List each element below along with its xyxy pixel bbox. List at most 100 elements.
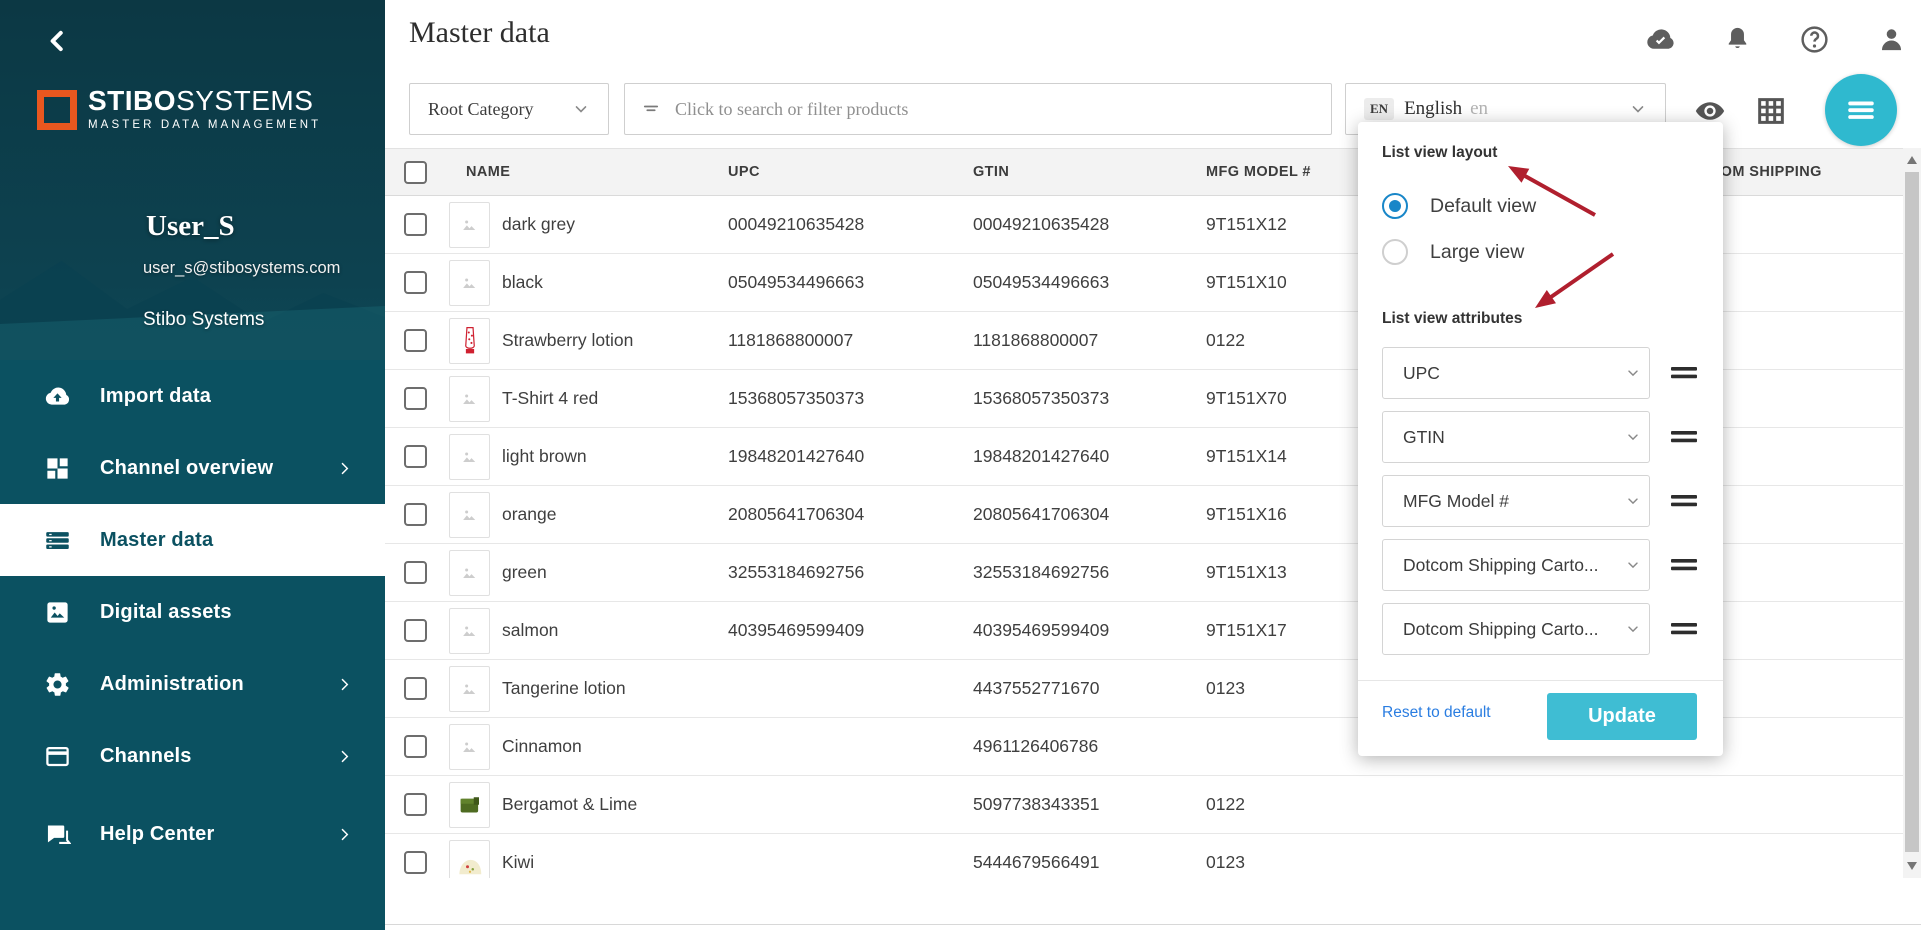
attribute-row: UPC (1382, 347, 1698, 399)
table-row[interactable]: Bergamot & Lime50977383433510122 (385, 776, 1904, 834)
drag-handle-icon[interactable] (1670, 364, 1698, 382)
cell-upc: 00049210635428 (728, 196, 864, 253)
sidebar-item-master-data[interactable]: Master data (0, 504, 385, 576)
radio-large-view[interactable]: Large view (1382, 239, 1524, 265)
list-view-layout-title: List view layout (1382, 144, 1497, 162)
cell-gtin: 5097738343351 (973, 776, 1100, 833)
attribute-select-dotcom-shipping-carto[interactable]: Dotcom Shipping Carto... (1382, 539, 1650, 591)
grid-view-icon[interactable] (1754, 94, 1788, 128)
cell-mfg-model: 9T151X13 (1206, 544, 1287, 601)
cloud-sync-icon[interactable] (1645, 24, 1676, 55)
chevron-down-icon (1625, 429, 1641, 445)
attribute-select-label: Dotcom Shipping Carto... (1403, 555, 1599, 576)
attribute-row: Dotcom Shipping Carto... (1382, 603, 1698, 655)
row-checkbox[interactable] (404, 329, 427, 352)
column-header-name[interactable]: NAME (466, 149, 510, 195)
product-thumbnail (449, 608, 490, 654)
row-checkbox[interactable] (404, 271, 427, 294)
reset-to-default-link[interactable]: Reset to default (1382, 704, 1491, 722)
attribute-select-dotcom-shipping-carto[interactable]: Dotcom Shipping Carto... (1382, 603, 1650, 655)
chat-icon (44, 821, 71, 848)
cell-upc: 20805641706304 (728, 486, 864, 543)
cell-mfg-model: 9T151X10 (1206, 254, 1287, 311)
image-icon (44, 599, 71, 626)
chevron-down-icon (572, 100, 590, 118)
cell-gtin: 20805641706304 (973, 486, 1109, 543)
chevron-right-icon (336, 460, 353, 477)
page-title: Master data (409, 16, 550, 50)
cell-upc: 05049534496663 (728, 254, 864, 311)
column-header-gtin[interactable]: GTIN (973, 149, 1009, 195)
cell-mfg-model: 9T151X70 (1206, 370, 1287, 427)
row-checkbox[interactable] (404, 561, 427, 584)
chevron-down-icon (1625, 493, 1641, 509)
scroll-down-arrow-icon[interactable] (1907, 862, 1917, 870)
chevron-right-icon (336, 676, 353, 693)
root-category-label: Root Category (428, 99, 534, 120)
stibo-logo-square-icon (37, 90, 77, 130)
cell-gtin: 40395469599409 (973, 602, 1109, 659)
scroll-up-arrow-icon[interactable] (1907, 156, 1917, 164)
scrollbar-thumb[interactable] (1905, 172, 1919, 852)
help-icon[interactable] (1799, 24, 1830, 55)
row-checkbox[interactable] (404, 213, 427, 236)
table-row[interactable]: Kiwi54446795664910123 (385, 834, 1904, 878)
filter-icon (641, 99, 661, 119)
drag-handle-icon[interactable] (1670, 428, 1698, 446)
row-checkbox[interactable] (404, 387, 427, 410)
channel-grid-icon (44, 455, 71, 482)
radio-selected-icon[interactable] (1382, 193, 1408, 219)
logo-subtitle: MASTER DATA MANAGEMENT (88, 119, 321, 131)
drag-handle-icon[interactable] (1670, 556, 1698, 574)
row-checkbox[interactable] (404, 677, 427, 700)
attribute-select-mfg-model[interactable]: MFG Model # (1382, 475, 1650, 527)
chevron-down-icon (1629, 100, 1647, 118)
cell-mfg-model: 0123 (1206, 834, 1245, 878)
attribute-select-upc[interactable]: UPC (1382, 347, 1650, 399)
vertical-scrollbar[interactable] (1903, 148, 1921, 878)
row-checkbox[interactable] (404, 619, 427, 642)
column-header-mfg-model[interactable]: MFG MODEL # (1206, 149, 1311, 195)
cell-name: Tangerine lotion (502, 660, 626, 717)
cell-mfg-model: 0123 (1206, 660, 1245, 717)
sidebar-item-digital-assets[interactable]: Digital assets (0, 576, 385, 648)
table-bottom-divider (385, 924, 1921, 925)
row-checkbox[interactable] (404, 793, 427, 816)
sidebar-item-channels[interactable]: Channels (0, 720, 385, 792)
sidebar-item-label: Import data (100, 385, 211, 408)
notifications-icon[interactable] (1722, 24, 1753, 55)
stibo-logo: STIBOSYSTEMS MASTER DATA MANAGEMENT (37, 86, 321, 131)
user-organization: Stibo Systems (143, 309, 264, 331)
attribute-row: MFG Model # (1382, 475, 1698, 527)
root-category-dropdown[interactable]: Root Category (409, 83, 609, 135)
menu-fab-button[interactable] (1825, 74, 1897, 146)
column-header-upc[interactable]: UPC (728, 149, 760, 195)
sidebar-item-administration[interactable]: Administration (0, 648, 385, 720)
row-checkbox[interactable] (404, 503, 427, 526)
attribute-row: GTIN (1382, 411, 1698, 463)
cell-name: light brown (502, 428, 587, 485)
logo-brand-bold: STIBO (88, 85, 176, 116)
sidebar-item-label: Channels (100, 745, 192, 768)
product-thumbnail (449, 202, 490, 248)
drag-handle-icon[interactable] (1670, 492, 1698, 510)
update-button[interactable]: Update (1547, 693, 1697, 740)
row-checkbox[interactable] (404, 735, 427, 758)
sidebar-item-label: Help Center (100, 823, 214, 846)
select-all-checkbox[interactable] (404, 161, 427, 184)
row-checkbox[interactable] (404, 851, 427, 874)
drag-handle-icon[interactable] (1670, 620, 1698, 638)
radio-unselected-icon[interactable] (1382, 239, 1408, 265)
sidebar-item-channel-overview[interactable]: Channel overview (0, 432, 385, 504)
language-code: en (1470, 98, 1488, 120)
row-checkbox[interactable] (404, 445, 427, 468)
collapse-sidebar-button[interactable] (42, 26, 72, 56)
chevron-down-icon (1625, 621, 1641, 637)
sidebar-item-import-data[interactable]: Import data (0, 360, 385, 432)
search-input[interactable] (675, 99, 1315, 120)
sidebar-item-help-center[interactable]: Help Center (0, 798, 385, 870)
cell-upc: 1181868800007 (728, 312, 853, 369)
account-icon[interactable] (1876, 24, 1907, 55)
attribute-select-gtin[interactable]: GTIN (1382, 411, 1650, 463)
cell-gtin: 5444679566491 (973, 834, 1100, 878)
